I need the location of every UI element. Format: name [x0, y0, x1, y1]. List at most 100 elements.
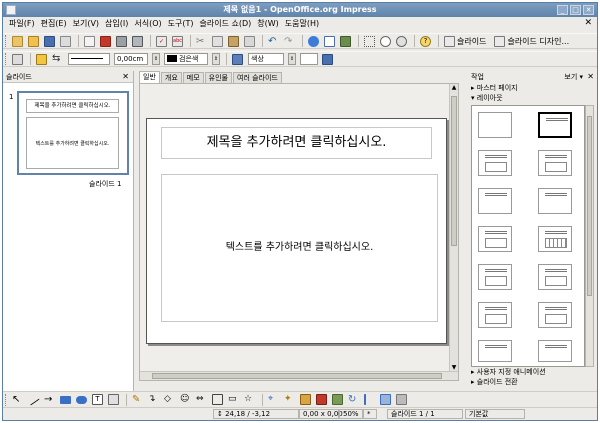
tab-normal[interactable]: 일반	[139, 71, 160, 83]
save-icon[interactable]	[44, 35, 55, 47]
paste-icon[interactable]	[228, 35, 239, 47]
section-master-pages[interactable]: ▸ 마스터 페이지	[467, 83, 597, 93]
select-icon[interactable]: ↖	[12, 394, 23, 405]
layout-title-text-chart[interactable]	[538, 264, 572, 290]
layout-title-clipart-text[interactable]	[478, 264, 512, 290]
menu-help[interactable]: 도움말(H)	[282, 17, 322, 31]
vertical-scrollbar[interactable]: ▲ ▼	[449, 84, 458, 372]
close-window-button[interactable]: ✕	[583, 5, 594, 15]
menu-file[interactable]: 파일(F)	[6, 17, 38, 31]
layout-title-content[interactable]	[538, 112, 572, 138]
connector-icon[interactable]: ↴	[148, 394, 159, 405]
menu-slideshow[interactable]: 슬라이드 쇼(D)	[197, 17, 255, 31]
toolbar-grip[interactable]	[5, 35, 8, 47]
tab-handout[interactable]: 유인물	[204, 72, 232, 83]
ellipse-icon[interactable]	[76, 395, 87, 404]
area-style-select[interactable]: 색상	[248, 53, 284, 65]
menu-view[interactable]: 보기(V)	[70, 17, 102, 31]
format-paintbrush-icon[interactable]	[244, 35, 255, 47]
text-tool-icon[interactable]: T	[92, 394, 103, 405]
task-view-menu[interactable]: 보기 ▾	[564, 71, 583, 83]
layout-centered-text[interactable]	[538, 188, 572, 214]
line-width-field[interactable]: 0,00cm	[114, 53, 148, 65]
callouts-icon[interactable]: ▭	[228, 394, 239, 405]
points-icon[interactable]: ⌖	[268, 394, 279, 405]
arrow-line-icon[interactable]: →	[44, 394, 55, 405]
from-file-icon[interactable]	[316, 394, 327, 405]
close-task-pane-icon[interactable]: ✕	[587, 71, 594, 83]
curve-icon[interactable]: ✎	[132, 394, 143, 405]
tab-outline[interactable]: 개요	[160, 72, 182, 83]
rotate-icon[interactable]: ↻	[348, 394, 359, 405]
spellcheck-icon[interactable]: ✓	[156, 35, 167, 47]
maximize-button[interactable]: □	[570, 5, 581, 15]
redo-icon[interactable]: ↷	[284, 36, 295, 47]
undo-icon[interactable]: ↶	[268, 36, 279, 47]
area-fill-select[interactable]	[300, 53, 318, 65]
layouts-scrollbar[interactable]	[585, 105, 594, 367]
line-icon[interactable]	[36, 53, 47, 65]
layout-title-chart-text[interactable]	[538, 302, 572, 328]
line-tool-icon[interactable]	[27, 393, 40, 406]
menu-insert[interactable]: 삽입(I)	[102, 17, 131, 31]
export-pdf-icon[interactable]	[100, 35, 111, 47]
menu-format[interactable]: 서식(O)	[131, 17, 164, 31]
tab-notes[interactable]: 메모	[182, 72, 204, 83]
section-slide-transition[interactable]: ▸ 슬라이드 전환	[467, 377, 597, 387]
line-width-spinner[interactable]: ⇕	[152, 53, 160, 65]
autospell-icon[interactable]: abc	[172, 35, 183, 47]
table-icon[interactable]	[324, 35, 335, 47]
slide-thumbnail[interactable]: 제목을 추가하려면 클릭하십시오. 텍스트를 추가하려면 클릭하십시오.	[17, 91, 129, 175]
line-color-spinner[interactable]: ⇕	[212, 53, 220, 65]
body-placeholder[interactable]: 텍스트를 추가하려면 클릭하십시오.	[161, 174, 438, 322]
symbol-shapes-icon[interactable]: ☺	[180, 394, 191, 405]
open-icon[interactable]	[28, 35, 39, 47]
layout-title-content-2[interactable]	[478, 150, 512, 176]
layout-title-only[interactable]	[478, 188, 512, 214]
flowchart-icon[interactable]	[212, 394, 223, 405]
left-splitter[interactable]	[134, 71, 138, 391]
layout-title-object[interactable]	[478, 340, 512, 362]
title-placeholder[interactable]: 제목을 추가하려면 클릭하십시오.	[161, 127, 432, 159]
minimize-button[interactable]: _	[557, 5, 568, 15]
scroll-up-icon[interactable]: ▲	[450, 84, 458, 92]
shadow-icon[interactable]	[322, 53, 333, 65]
slide-canvas[interactable]: 제목을 추가하려면 클릭하십시오. 텍스트를 추가하려면 클릭하십시오.	[146, 118, 447, 344]
block-arrows-icon[interactable]: ⇔	[196, 394, 207, 405]
layout-title-2-content[interactable]	[538, 150, 572, 176]
slide-design-button[interactable]: 슬라이드 디자인...	[507, 36, 569, 47]
arrange-icon[interactable]	[380, 394, 391, 405]
status-zoom[interactable]: 50%	[339, 409, 363, 419]
print-direct-icon[interactable]	[132, 35, 143, 47]
menu-tools[interactable]: 도구(T)	[165, 17, 197, 31]
area-icon[interactable]	[232, 53, 243, 65]
close-document-icon[interactable]: ✕	[584, 18, 592, 28]
line-color-select[interactable]: 검은색	[164, 53, 208, 65]
vertical-scroll-thumb[interactable]	[451, 96, 457, 246]
gluepoints-icon[interactable]: ✦	[284, 394, 295, 405]
line-style-select[interactable]	[68, 53, 110, 65]
menu-window[interactable]: 창(W)	[254, 17, 282, 31]
section-layouts[interactable]: ▾ 레이아웃	[467, 93, 597, 103]
horizontal-scrollbar[interactable]	[140, 371, 458, 380]
close-pane-icon[interactable]: ✕	[122, 71, 129, 83]
toolbar-grip[interactable]	[5, 53, 8, 65]
email-icon[interactable]	[60, 35, 71, 47]
area-style-spinner[interactable]: ⇕	[288, 53, 296, 65]
toolbar-grip[interactable]	[5, 393, 8, 406]
alignment-icon[interactable]	[364, 394, 375, 405]
grid-icon[interactable]	[364, 35, 375, 47]
stars-icon[interactable]: ☆	[244, 394, 255, 405]
edit-icon[interactable]	[84, 35, 95, 47]
layout-title-table[interactable]	[538, 226, 572, 252]
new-icon[interactable]	[12, 35, 23, 47]
menu-edit[interactable]: 편집(E)	[38, 17, 70, 31]
layouts-scroll-thumb[interactable]	[587, 116, 592, 296]
copy-icon[interactable]	[212, 35, 223, 47]
right-splitter[interactable]	[461, 71, 465, 391]
arrow-style-icon[interactable]: ⇆	[52, 53, 63, 65]
styles-icon[interactable]	[12, 53, 23, 65]
basic-shapes-icon[interactable]: ◇	[164, 394, 175, 405]
horizontal-scroll-thumb[interactable]	[152, 373, 442, 379]
zoom-icon[interactable]	[396, 35, 407, 47]
